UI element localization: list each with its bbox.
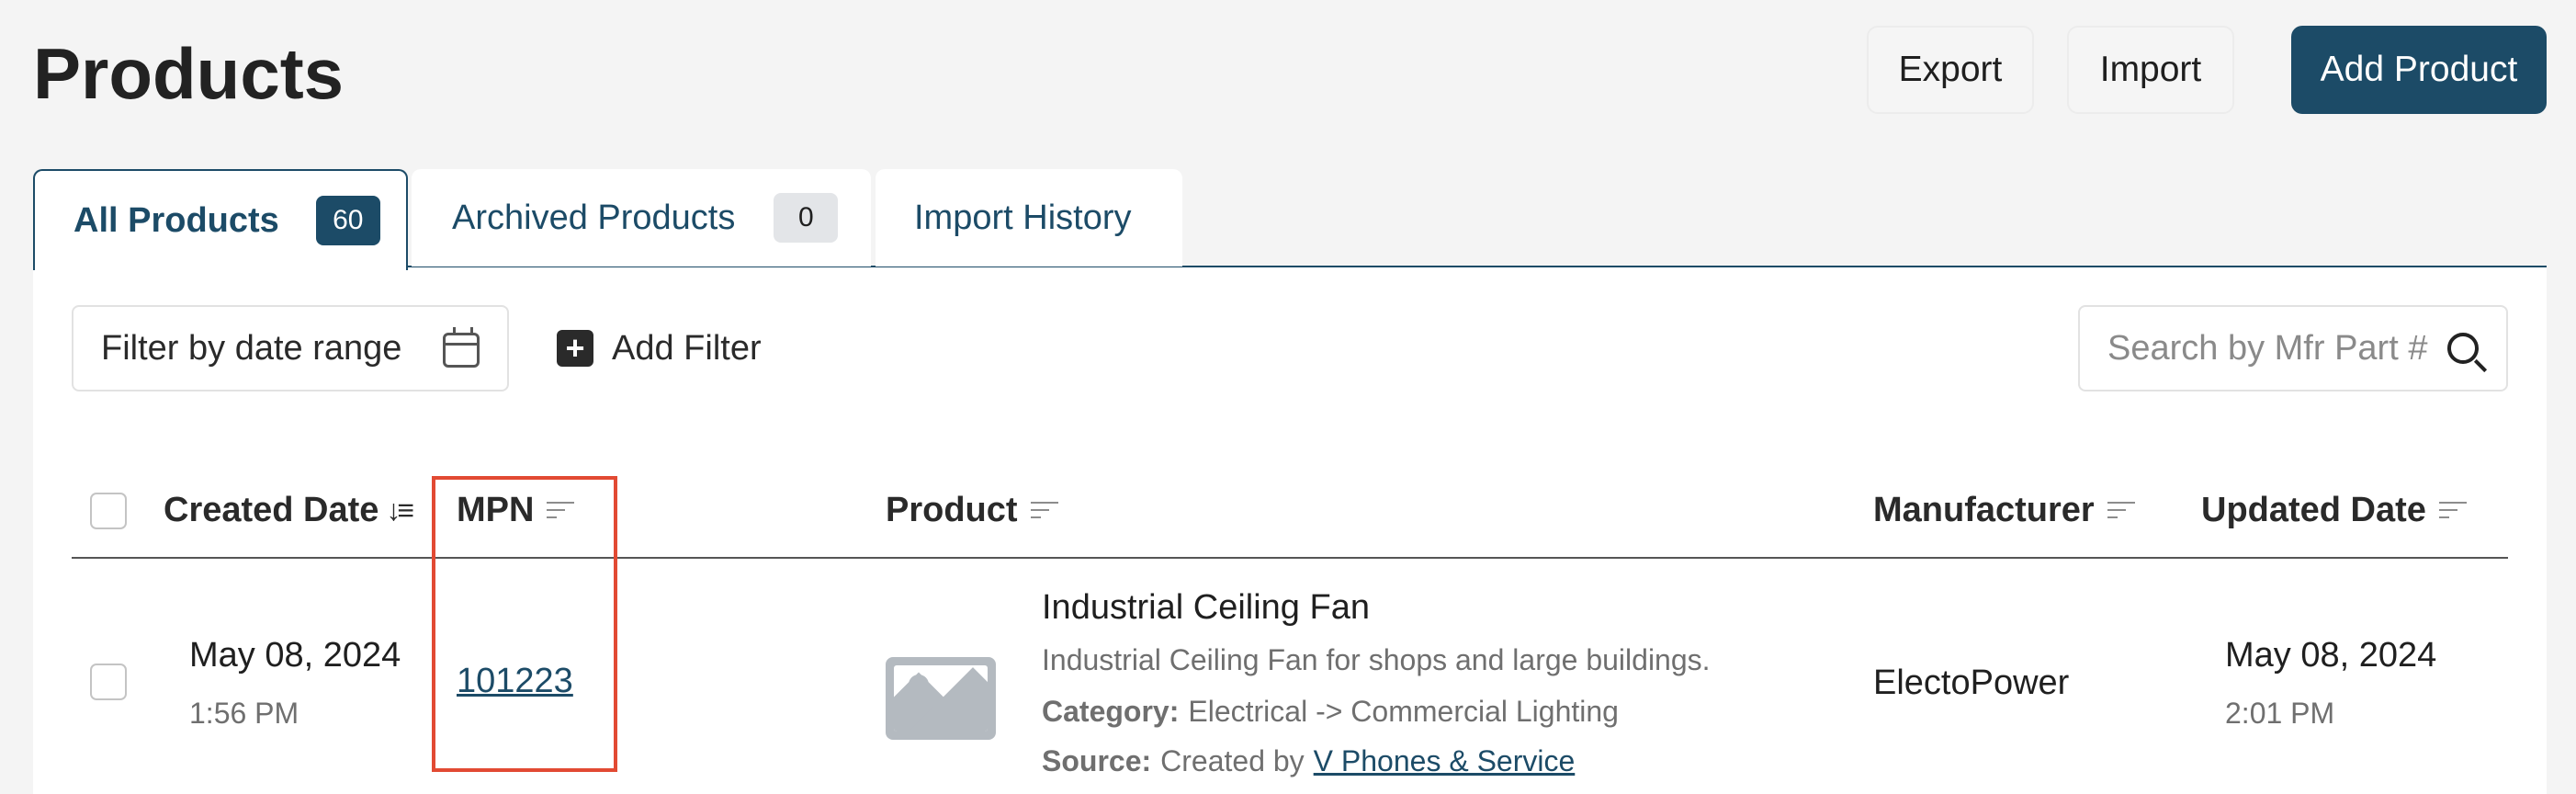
date-range-label: Filter by date range [101,328,402,368]
add-product-button[interactable]: Add Product [2291,26,2547,114]
column-label: Product [886,491,1018,529]
mpn-column-highlight [432,476,617,772]
source-label: Source: [1042,744,1152,777]
product-name: Industrial Ceiling Fan [1042,588,1370,627]
date-range-filter[interactable]: Filter by date range [72,305,509,391]
column-header-created-date[interactable]: Created Date ↓≡ [164,491,414,530]
product-description: Industrial Ceiling Fan for shops and lar… [1042,643,1711,676]
created-date: May 08, 2024 [189,636,401,675]
add-filter-label: Add Filter [612,328,762,368]
search-box [2078,305,2508,391]
source-link[interactable]: V Phones & Service [1314,744,1576,777]
sort-icon [2107,500,2135,522]
tab-all-products[interactable]: All Products 60 [33,169,408,270]
category-value: Electrical -> Commercial Lighting [1188,695,1619,728]
sort-icon [2438,500,2467,522]
tab-archived-products[interactable]: Archived Products 0 [412,169,871,267]
source-prefix: Created by [1160,744,1305,777]
tab-label: All Products [73,200,279,240]
manufacturer: ElectoPower [1873,664,2070,702]
search-icon[interactable] [2447,333,2479,364]
column-label: Updated Date [2201,491,2426,529]
product-category: Category: Electrical -> Commercial Lighti… [1042,695,1619,729]
tab-import-history[interactable]: Import History [876,169,1182,267]
sort-descending-icon: ↓≡ [386,493,414,527]
row-checkbox[interactable] [90,664,127,700]
image-placeholder-icon [886,657,996,740]
page-title: Products [33,33,345,114]
tab-label: Import History [914,198,1132,237]
select-all-checkbox[interactable] [90,493,127,529]
updated-date: May 08, 2024 [2225,636,2437,675]
plus-icon: + [557,330,593,367]
import-button[interactable]: Import [2067,26,2234,114]
created-time: 1:56 PM [189,697,299,730]
count-badge: 60 [315,196,380,245]
column-header-manufacturer[interactable]: Manufacturer [1873,491,2135,530]
column-header-product[interactable]: Product [886,491,1058,530]
add-filter-button[interactable]: + Add Filter [557,323,762,373]
calendar-icon [443,327,480,368]
updated-time: 2:01 PM [2225,697,2335,730]
column-header-updated-date[interactable]: Updated Date [2201,491,2467,530]
sort-icon [1030,500,1058,522]
product-source: Source: Created by V Phones & Service [1042,744,1575,778]
count-badge: 0 [774,193,839,243]
category-label: Category: [1042,695,1180,728]
column-label: Manufacturer [1873,491,2095,529]
export-button[interactable]: Export [1867,26,2034,114]
search-input[interactable] [2080,307,2466,390]
tab-label: Archived Products [452,198,736,237]
column-label: Created Date [164,491,379,529]
